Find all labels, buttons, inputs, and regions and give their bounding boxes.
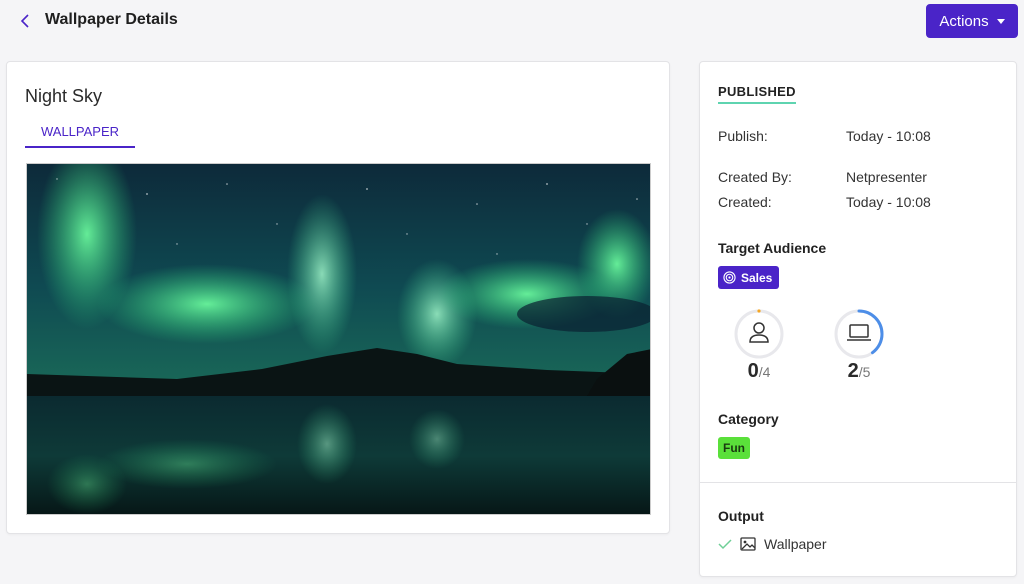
target-audience-title: Target Audience	[718, 240, 827, 256]
devices-stat: 2/5	[829, 360, 889, 383]
users-stat-total: /4	[758, 364, 771, 380]
category-title: Category	[718, 411, 779, 427]
wallpaper-card: Night Sky WALLPAPER	[6, 61, 670, 534]
publish-label: Publish:	[718, 128, 768, 144]
created-value: Today - 10:08	[846, 194, 931, 210]
users-indicator-dot	[757, 309, 761, 313]
publish-value: Today - 10:08	[846, 128, 931, 144]
tab-wallpaper[interactable]: WALLPAPER	[25, 124, 135, 148]
actions-button[interactable]: Actions	[926, 4, 1018, 38]
back-button[interactable]	[14, 9, 36, 33]
output-item-label: Wallpaper	[764, 536, 827, 552]
devices-progress-ring	[833, 308, 885, 360]
chevron-left-icon	[20, 14, 29, 28]
status-badge: PUBLISHED	[718, 84, 796, 104]
audience-tag-sales[interactable]: Sales	[718, 266, 780, 289]
created-by-label: Created By:	[718, 169, 792, 185]
output-item-wallpaper: Wallpaper	[718, 536, 827, 552]
details-panel: PUBLISHED Publish: Today - 10:08 Created…	[699, 61, 1017, 577]
users-stat: 0/4	[729, 360, 789, 383]
section-divider	[700, 482, 1016, 483]
created-label: Created:	[718, 194, 772, 210]
devices-stat-value: 2	[847, 360, 859, 382]
created-by-value: Netpresenter	[846, 169, 927, 185]
check-icon	[718, 539, 732, 550]
users-stat-value: 0	[747, 360, 759, 382]
wallpaper-preview-image	[26, 163, 651, 515]
actions-button-label: Actions	[939, 12, 989, 30]
audience-tag-label: Sales	[741, 270, 773, 285]
output-title: Output	[718, 508, 764, 524]
page-title: Wallpaper Details	[45, 11, 178, 28]
top-bar: Wallpaper Details Actions	[0, 0, 1024, 44]
wallpaper-title: Night Sky	[25, 86, 103, 106]
devices-stat-total: /5	[858, 364, 871, 380]
category-tag-fun[interactable]: Fun	[718, 437, 750, 459]
image-icon	[740, 537, 756, 551]
caret-down-icon	[996, 18, 1005, 24]
users-progress-ring	[733, 308, 785, 360]
target-icon	[723, 271, 736, 284]
